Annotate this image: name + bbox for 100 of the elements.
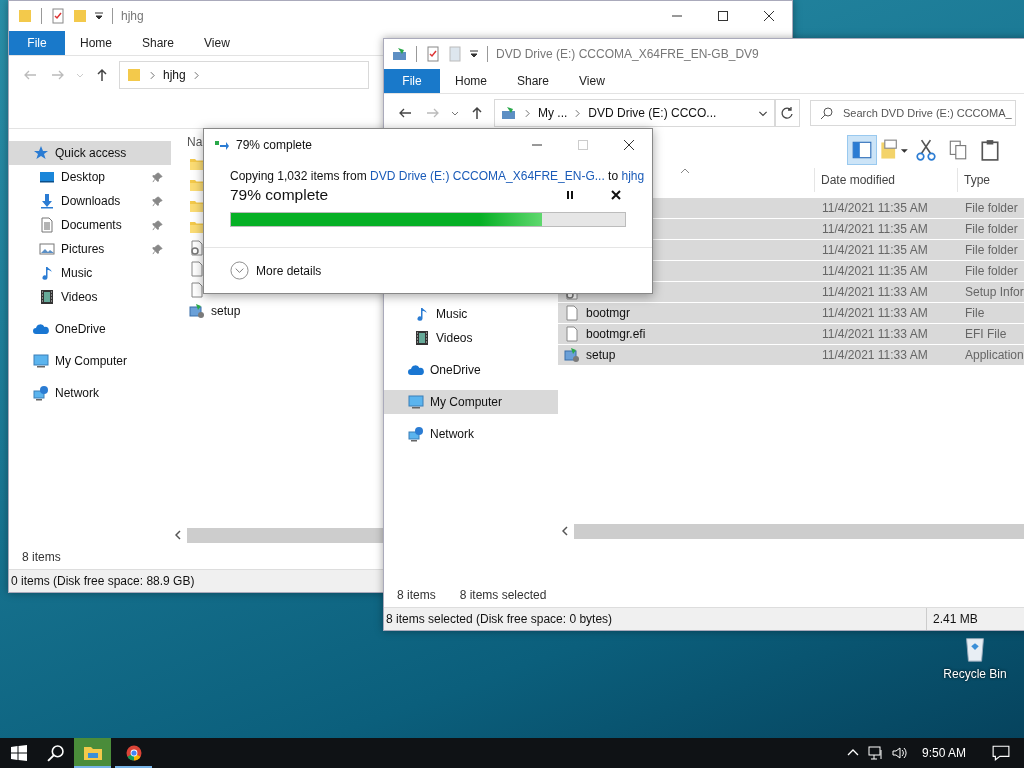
date-cell-text: 11/4/2021 11:35 AM (821, 222, 929, 236)
dropdown-icon[interactable] (469, 49, 479, 59)
file-icon (564, 326, 580, 342)
nav-item[interactable]: Music (384, 302, 558, 326)
date-cell-text: 11/4/2021 11:35 AM (821, 264, 929, 278)
picture-icon (39, 241, 55, 257)
nav-item[interactable]: Pictures (9, 237, 171, 261)
type-cell: Setup Infor (965, 285, 1024, 299)
up-arrow-icon[interactable] (470, 106, 484, 120)
network-icon (408, 426, 424, 442)
ribbon-tab[interactable]: Share (502, 69, 565, 93)
file-menu-tab[interactable]: File (9, 31, 65, 55)
nav-item[interactable]: OneDrive (384, 358, 558, 382)
sort-caret-icon (680, 168, 690, 174)
date-cell-text: 11/4/2021 11:33 AM (821, 327, 929, 341)
pause-icon (565, 190, 575, 200)
file-name[interactable]: setup (211, 303, 241, 318)
ribbon-tab[interactable]: View (189, 31, 245, 55)
film-icon (414, 330, 430, 346)
refresh-icon (780, 106, 794, 120)
chevron-right-icon (525, 108, 530, 118)
type-cell: File folder (965, 243, 1018, 257)
ribbon-tab[interactable]: Share (127, 31, 190, 55)
nav-item[interactable]: Network (9, 381, 171, 405)
back-arrow-icon[interactable] (398, 106, 412, 120)
browser-icon (125, 745, 142, 761)
nav-item[interactable]: My Computer (9, 349, 171, 373)
ribbon-tab[interactable]: Home (440, 69, 502, 93)
nav-item[interactable]: Quick access (9, 141, 171, 165)
dropdown-icon[interactable] (94, 11, 104, 21)
file-icon (564, 305, 580, 321)
file-menu-tab[interactable]: File (384, 69, 440, 93)
type-cell: File folder (965, 222, 1018, 236)
volume-icon[interactable] (891, 745, 908, 761)
checklist-icon[interactable] (425, 46, 441, 62)
notifications-icon[interactable] (992, 744, 1010, 762)
cloud-icon (408, 362, 424, 378)
setup-icon (189, 302, 205, 319)
file-row[interactable]: bootmgr.efi 11/4/2021 11:33 AM EFI File (558, 324, 1024, 344)
maximize-icon (578, 140, 588, 150)
source-link[interactable]: DVD Drive (E:) CCCOMA_X64FRE_EN-G... (370, 169, 605, 183)
windows-logo-icon (10, 745, 27, 761)
checklist-icon[interactable] (50, 8, 66, 24)
horizontal-scrollbar[interactable] (574, 524, 1024, 539)
breadcrumb[interactable]: My ... (538, 106, 568, 120)
destination-link[interactable]: hjhg (621, 169, 645, 183)
nav-item[interactable]: Network (384, 422, 558, 446)
search-icon (820, 106, 834, 120)
date-cell-text: 11/4/2021 11:35 AM (821, 201, 929, 215)
scroll-left-icon[interactable] (175, 530, 181, 540)
nav-item[interactable]: Videos (384, 326, 558, 350)
more-details-button[interactable]: More details (230, 261, 322, 280)
nav-item[interactable]: Videos (9, 285, 171, 309)
computer-icon (408, 394, 424, 410)
date-cell-text: 11/4/2021 11:35 AM (821, 243, 929, 257)
type-cell: File folder (965, 201, 1018, 215)
nav-item[interactable]: Downloads (9, 189, 171, 213)
nav-item[interactable]: Music (9, 261, 171, 285)
nav-item[interactable]: OneDrive (9, 317, 171, 341)
column-header[interactable]: Date modified (814, 168, 957, 192)
file-row[interactable]: bootmgr 11/4/2021 11:33 AM File (558, 303, 1024, 323)
nav-item[interactable]: Documents (9, 213, 171, 237)
type-cell: File folder (965, 264, 1018, 278)
file-row[interactable]: setup 11/4/2021 11:33 AM Application (558, 345, 1024, 365)
folder-icon (126, 67, 142, 83)
monitor-icon (39, 169, 55, 185)
breadcrumb[interactable]: hjhg (163, 68, 186, 82)
column-header[interactable]: Type (957, 168, 990, 192)
chevron-right-icon (575, 108, 581, 118)
clock[interactable]: 9:50 AM (921, 746, 966, 760)
scroll-left-icon[interactable] (562, 526, 568, 536)
nav-item[interactable]: My Computer (384, 390, 558, 414)
horizontal-scrollbar[interactable] (187, 528, 383, 543)
star-icon (33, 145, 49, 161)
item-count: 8 items (22, 550, 61, 564)
breadcrumb[interactable]: DVD Drive (E:) CCCO... (588, 106, 717, 120)
address-bar[interactable]: hjhg (119, 61, 369, 89)
cloud-icon (33, 321, 49, 337)
network-icon (33, 385, 49, 401)
scissors-icon (915, 139, 937, 161)
nav-item[interactable]: Desktop (9, 165, 171, 189)
clipboard-icon (979, 139, 1001, 161)
ribbon-tab[interactable]: View (564, 69, 620, 93)
toolbar-button[interactable] (847, 135, 877, 165)
address-bar[interactable]: My ... DVD Drive (E:) CCCO... (494, 99, 776, 127)
desktop-icon-label[interactable]: Recycle Bin (943, 667, 1007, 681)
setup-icon (564, 347, 580, 363)
copy-icon (947, 139, 969, 161)
network-icon[interactable] (867, 745, 884, 761)
close-icon (764, 11, 774, 21)
cancel-icon (611, 190, 621, 200)
ribbon-tab[interactable]: Home (65, 31, 127, 55)
refresh-button[interactable] (774, 99, 800, 127)
drive-icon[interactable] (392, 46, 408, 62)
drive-icon (501, 105, 517, 121)
document-icon (39, 217, 55, 233)
computer-icon (33, 353, 49, 369)
progress-text: 79% complete (230, 186, 330, 204)
up-arrow-icon[interactable] (95, 68, 109, 82)
search-field[interactable]: Search DVD Drive (E:) CCCOMA_ (810, 100, 1016, 126)
